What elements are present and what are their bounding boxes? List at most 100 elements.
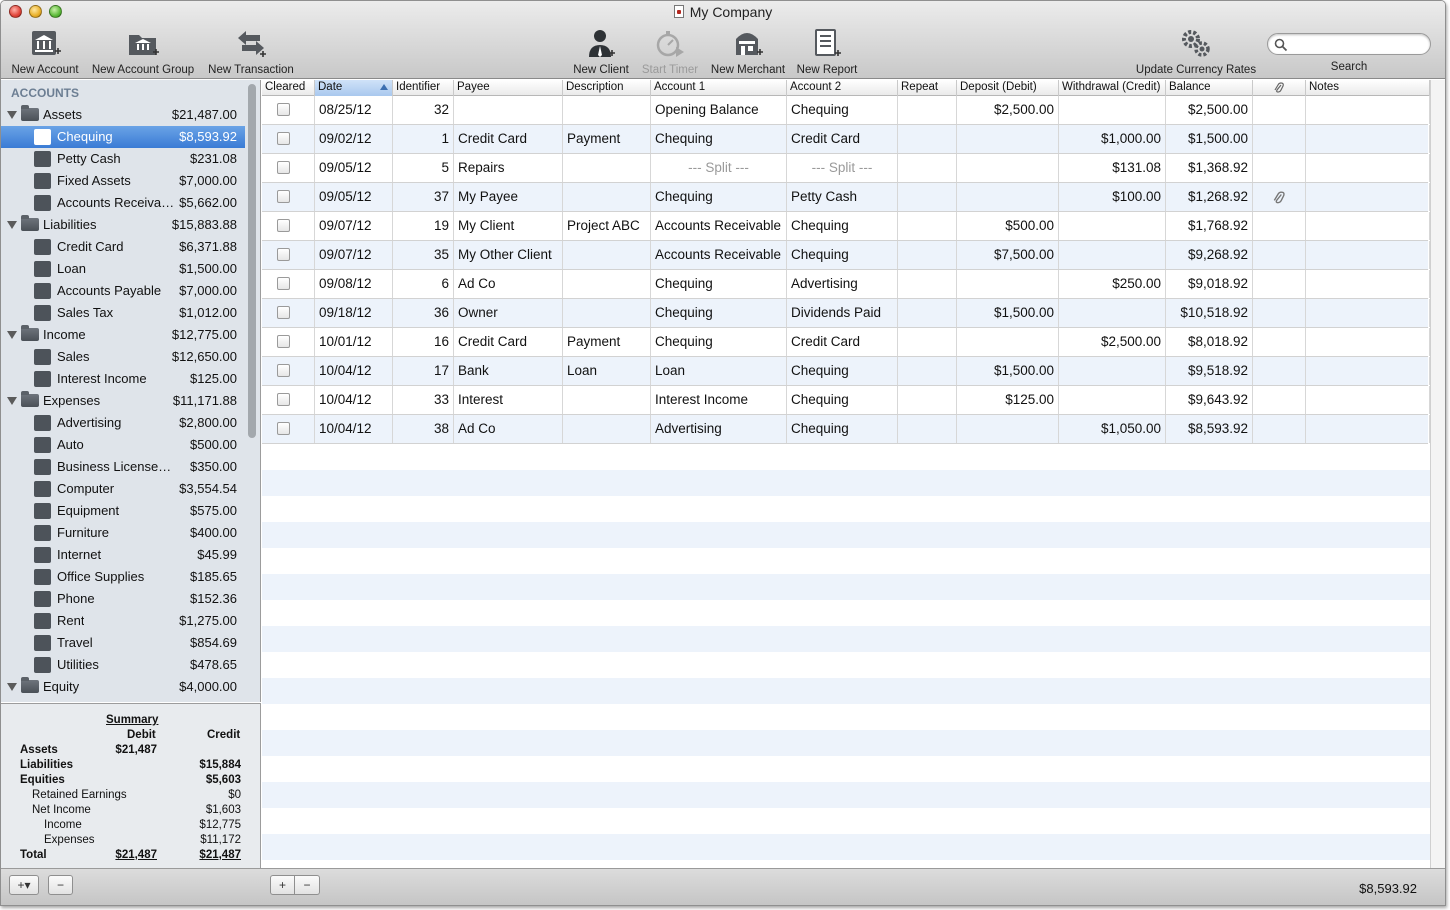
- table-cell[interactable]: Chequing: [787, 96, 898, 124]
- table-cell[interactable]: Interest: [454, 386, 563, 414]
- account-item[interactable]: Auto $500.00: [1, 434, 245, 456]
- table-cell[interactable]: [563, 241, 651, 269]
- start-timer-button[interactable]: Start Timer: [638, 27, 702, 76]
- new-account-button[interactable]: New Account: [9, 27, 81, 76]
- table-cell[interactable]: [1253, 357, 1306, 385]
- table-row[interactable]: 10/04/12 33 Interest Interest Income Chequin…: [262, 386, 1430, 415]
- remove-transaction-button[interactable]: −: [295, 875, 320, 895]
- account-item[interactable]: Fixed Assets $7,000.00: [1, 170, 245, 192]
- account-item[interactable]: Rent $1,275.00: [1, 610, 245, 632]
- table-cell[interactable]: [898, 357, 957, 385]
- table-cell[interactable]: Interest Income: [651, 386, 787, 414]
- account-item[interactable]: Chequing $8,593.92: [1, 126, 245, 148]
- table-cell[interactable]: 09/18/12: [315, 299, 393, 327]
- table-cell[interactable]: Petty Cash: [787, 183, 898, 211]
- table-cell[interactable]: Advertising: [787, 270, 898, 298]
- table-cell[interactable]: Credit Card: [787, 125, 898, 153]
- table-cell[interactable]: Chequing: [787, 357, 898, 385]
- table-cell[interactable]: [1306, 96, 1430, 124]
- cleared-checkbox[interactable]: [277, 103, 290, 116]
- search-field[interactable]: [1267, 33, 1431, 55]
- table-cell[interactable]: --- Split ---: [651, 154, 787, 182]
- table-cell[interactable]: My Client: [454, 212, 563, 240]
- table-cell[interactable]: [1306, 241, 1430, 269]
- table-cell[interactable]: [898, 270, 957, 298]
- table-cell[interactable]: 10/04/12: [315, 386, 393, 414]
- table-cell[interactable]: --- Split ---: [787, 154, 898, 182]
- table-cell[interactable]: $2,500.00: [1166, 96, 1253, 124]
- table-cell[interactable]: [1059, 299, 1166, 327]
- table-cell[interactable]: 37: [393, 183, 454, 211]
- account-item[interactable]: Accounts Payable $7,000.00: [1, 280, 245, 302]
- account-group-0[interactable]: Assets $21,487.00: [1, 104, 245, 126]
- table-cell[interactable]: Chequing: [787, 212, 898, 240]
- table-cell[interactable]: 35: [393, 241, 454, 269]
- table-row[interactable]: 09/18/12 36 Owner Chequing Dividends Paid $1,…: [262, 299, 1430, 328]
- table-cell[interactable]: [898, 125, 957, 153]
- update-currency-rates-button[interactable]: Update Currency Rates: [1133, 27, 1259, 76]
- table-cell[interactable]: Chequing: [787, 386, 898, 414]
- table-cell[interactable]: Credit Card: [454, 328, 563, 356]
- disclosure-triangle-icon[interactable]: [7, 331, 17, 339]
- table-row[interactable]: 10/01/12 16 Credit Card Payment Chequing Cred…: [262, 328, 1430, 357]
- table-cell[interactable]: [1253, 299, 1306, 327]
- cleared-checkbox[interactable]: [277, 335, 290, 348]
- column-header-4[interactable]: Description: [563, 80, 651, 96]
- table-cell[interactable]: [1253, 96, 1306, 124]
- account-item[interactable]: Internet $45.99: [1, 544, 245, 566]
- table-cell[interactable]: 19: [393, 212, 454, 240]
- table-cell[interactable]: [898, 183, 957, 211]
- account-group-4[interactable]: Equity $4,000.00: [1, 676, 245, 698]
- table-cell[interactable]: 33: [393, 386, 454, 414]
- table-row[interactable]: 09/05/12 37 My Payee Chequing Petty Cash $100…: [262, 183, 1430, 212]
- table-cell[interactable]: 09/02/12: [315, 125, 393, 153]
- table-cell[interactable]: [563, 415, 651, 443]
- cleared-checkbox[interactable]: [277, 132, 290, 145]
- accounts-sidebar[interactable]: ACCOUNTS Assets $21,487.00 Chequing $8,593.…: [1, 80, 261, 702]
- table-cell[interactable]: Chequing: [651, 183, 787, 211]
- table-cell[interactable]: [262, 125, 315, 153]
- table-cell[interactable]: [1253, 241, 1306, 269]
- table-cell[interactable]: [1253, 270, 1306, 298]
- disclosure-triangle-icon[interactable]: [7, 683, 17, 691]
- table-cell[interactable]: 36: [393, 299, 454, 327]
- table-cell[interactable]: Loan: [651, 357, 787, 385]
- table-cell[interactable]: $7,500.00: [957, 241, 1059, 269]
- table-cell[interactable]: [1306, 328, 1430, 356]
- account-group-1[interactable]: Liabilities $15,883.88: [1, 214, 245, 236]
- table-cell[interactable]: [957, 270, 1059, 298]
- table-cell[interactable]: [454, 96, 563, 124]
- add-transaction-button[interactable]: +: [270, 875, 295, 895]
- table-cell[interactable]: [262, 212, 315, 240]
- table-cell[interactable]: Owner: [454, 299, 563, 327]
- new-transaction-button[interactable]: New Transaction: [205, 27, 297, 76]
- table-cell[interactable]: $250.00: [1059, 270, 1166, 298]
- table-row[interactable]: 09/07/12 35 My Other Client Accounts Receiv…: [262, 241, 1430, 270]
- table-cell[interactable]: 10/04/12: [315, 357, 393, 385]
- table-cell[interactable]: Dividends Paid: [787, 299, 898, 327]
- attachment-icon[interactable]: [1273, 191, 1285, 205]
- table-cell[interactable]: [1306, 357, 1430, 385]
- cleared-checkbox[interactable]: [277, 306, 290, 319]
- table-cell[interactable]: [563, 154, 651, 182]
- table-cell[interactable]: My Payee: [454, 183, 563, 211]
- table-cell[interactable]: [1306, 154, 1430, 182]
- column-header-12[interactable]: Notes: [1306, 80, 1430, 96]
- cleared-checkbox[interactable]: [277, 277, 290, 290]
- table-cell[interactable]: [1306, 183, 1430, 211]
- table-cell[interactable]: Chequing: [651, 125, 787, 153]
- table-cell[interactable]: $125.00: [957, 386, 1059, 414]
- column-header-2[interactable]: Identifier: [393, 80, 454, 96]
- account-item[interactable]: Interest Income $125.00: [1, 368, 245, 390]
- table-row[interactable]: 09/05/12 5 Repairs --- Split --- --- Split -…: [262, 154, 1430, 183]
- account-item[interactable]: Loan $1,500.00: [1, 258, 245, 280]
- table-cell[interactable]: $9,518.92: [1166, 357, 1253, 385]
- table-cell[interactable]: [1253, 125, 1306, 153]
- table-cell[interactable]: [898, 96, 957, 124]
- table-cell[interactable]: Payment: [563, 125, 651, 153]
- table-cell[interactable]: [262, 357, 315, 385]
- account-item[interactable]: Phone $152.36: [1, 588, 245, 610]
- cleared-checkbox[interactable]: [277, 190, 290, 203]
- table-cell[interactable]: [898, 241, 957, 269]
- table-cell[interactable]: [957, 125, 1059, 153]
